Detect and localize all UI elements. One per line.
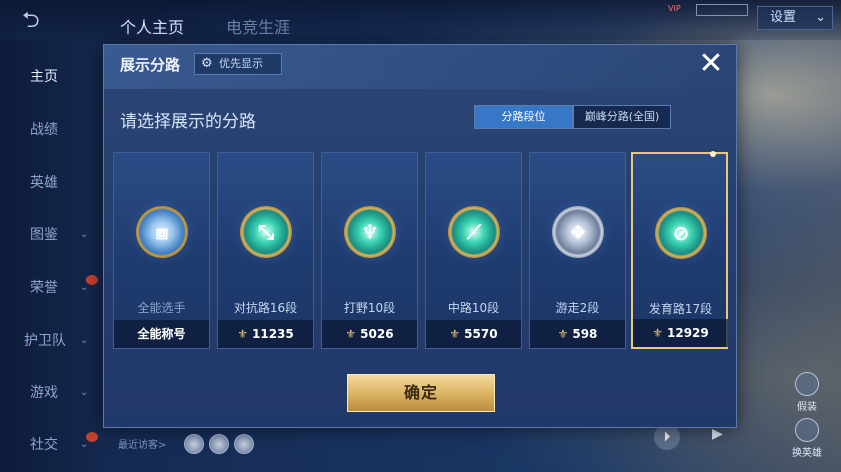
- emblem-glyph: ⧈: [155, 220, 169, 244]
- selection-prompt: 请选择展示的分路: [120, 112, 256, 132]
- back-icon[interactable]: ⮌: [22, 10, 70, 34]
- lane-score-value: 5026: [360, 327, 394, 341]
- lane-card[interactable]: ♆ 打野10段 ⚜ 5026: [321, 152, 418, 349]
- lane-card[interactable]: ⧈ 全能选手全能称号: [113, 152, 210, 349]
- settings-label: 设置: [770, 10, 797, 25]
- emblem-glyph: ♆: [361, 220, 379, 244]
- priority-display-label: 优先显示: [219, 57, 263, 70]
- lane-card[interactable]: ⤡ 对抗路16段 ⚜ 11235: [217, 152, 314, 349]
- sidebar-item-label: 战绩: [30, 122, 58, 138]
- pose-label: 假装: [797, 402, 817, 413]
- sidebar-item-heroes[interactable]: 英雄: [0, 168, 100, 198]
- sidebar-item-label: 英雄: [30, 175, 58, 191]
- tab-peak-lane-national[interactable]: 巅峰分路(全国): [573, 105, 671, 129]
- change-hero-button[interactable]: 换英雄: [787, 418, 827, 459]
- lane-display-dialog: 展示分路 ⚙ 优先显示 ✕ 请选择展示的分路 分路段位 巅峰分路(全国) ⧈ 全能…: [103, 44, 737, 428]
- selected-marker: [710, 151, 716, 157]
- chevron-down-icon: ⌄: [80, 282, 89, 293]
- lane-score-footer: ⚜ 598: [530, 320, 625, 348]
- farm-lane-emblem-icon: ⊘: [655, 207, 707, 259]
- emblem-glyph: ⊘: [672, 221, 690, 245]
- lane-rank-label: 发育路17段: [648, 302, 713, 316]
- emblem-glyph: ⟋: [467, 220, 481, 244]
- sidebar-item-codex[interactable]: 图鉴 ⌄: [0, 220, 100, 250]
- lane-points-icon: ⚜: [237, 327, 248, 341]
- sidebar-item-records[interactable]: 战绩: [0, 115, 100, 145]
- lane-card[interactable]: ❖ 游走2段 ⚜ 598: [529, 152, 626, 349]
- sidebar-item-label: 游戏: [30, 385, 58, 401]
- lane-score-value: 5570: [464, 327, 498, 341]
- top-bar: ⮌ 个人主页 电竞生涯 VIP 设置 ⌄: [0, 0, 841, 40]
- lane-card[interactable]: ⟋ 中路10段 ⚜ 5570: [425, 152, 522, 349]
- sidebar-item-label: 护卫队: [24, 333, 66, 349]
- chevron-down-icon: ⌄: [80, 387, 89, 398]
- dialog-header: 展示分路 ⚙ 优先显示 ✕: [104, 45, 736, 89]
- vip-badge: VIP: [668, 4, 681, 13]
- lane-rank-label: 对抗路16段: [233, 301, 298, 315]
- lane-score-footer: ⚜ 11235: [218, 320, 313, 348]
- lane-score-footer: 全能称号: [114, 320, 209, 348]
- play-arrow-icon[interactable]: ▶: [712, 426, 723, 442]
- sidebar-item-label: 社交: [30, 437, 58, 453]
- recent-visitors-link[interactable]: 最近访客>: [118, 436, 166, 451]
- chevron-down-icon: ⌄: [815, 10, 826, 25]
- tab-profile[interactable]: 个人主页: [120, 14, 184, 38]
- lane-points-icon: ⚜: [557, 327, 569, 341]
- clash-lane-emblem-icon: ⤡: [240, 206, 292, 258]
- avatar[interactable]: [184, 434, 204, 454]
- sidebar-item-guard-team[interactable]: 护卫队 ⌄: [0, 326, 100, 356]
- settings-button[interactable]: 设置 ⌄: [757, 6, 833, 30]
- lane-score-value: 598: [572, 327, 598, 341]
- pose-button[interactable]: 假装: [787, 372, 827, 413]
- swap-hero-icon: [795, 418, 819, 442]
- sidebar-item-label: 主页: [30, 69, 58, 85]
- sidebar-item-honors[interactable]: 荣誉 ⌄: [0, 273, 100, 303]
- roam-emblem-icon: ❖: [552, 206, 604, 258]
- lane-card[interactable]: ⊘ 发育路17段 ⚜ 12929: [631, 151, 728, 349]
- emblem-glyph: ❖: [569, 220, 587, 244]
- chevron-down-icon: ⌄: [80, 229, 89, 240]
- pose-icon: [795, 372, 819, 396]
- lane-rank-label: 中路10段: [447, 301, 500, 315]
- lane-score-value: 11235: [252, 327, 294, 341]
- confirm-button[interactable]: 确定: [347, 374, 495, 412]
- lane-points-icon: ⚜: [449, 327, 461, 341]
- sidebar-item-game[interactable]: 游戏 ⌄: [0, 378, 100, 408]
- sidebar-item-social[interactable]: 社交 ⌄: [0, 430, 100, 460]
- lane-rank-label: 全能选手: [137, 301, 186, 315]
- lane-score-value: 12929: [667, 326, 709, 340]
- lane-score-footer: ⚜ 12929: [633, 319, 728, 347]
- lane-rank-label: 打野10段: [343, 301, 396, 315]
- tab-esports-career[interactable]: 电竞生涯: [226, 14, 290, 38]
- lane-points-icon: ⚜: [345, 327, 357, 341]
- status-badge: [696, 4, 748, 16]
- sidebar-item-label: 荣誉: [30, 280, 58, 296]
- dialog-title: 展示分路: [120, 56, 181, 74]
- close-icon[interactable]: ✕: [694, 47, 728, 81]
- tab-lane-rank[interactable]: 分路段位: [474, 105, 573, 129]
- sidebar-item-label: 图鉴: [30, 227, 58, 243]
- lane-score-value: 全能称号: [137, 327, 186, 341]
- emblem-glyph: ⤡: [258, 220, 274, 244]
- all-round-emblem-icon: ⧈: [136, 206, 188, 258]
- chevron-down-icon: ⌄: [80, 439, 89, 450]
- lane-rank-label: 游走2段: [555, 301, 600, 315]
- sidebar: 主页 战绩 英雄 图鉴 ⌄ 荣誉 ⌄ 护卫队 ⌄ 游戏 ⌄ 社交 ⌄: [0, 40, 100, 472]
- jungle-emblem-icon: ♆: [344, 206, 396, 258]
- chevron-down-icon: ⌄: [80, 335, 89, 346]
- lane-score-footer: ⚜ 5570: [426, 320, 521, 348]
- mid-lane-emblem-icon: ⟋: [448, 206, 500, 258]
- lane-score-footer: ⚜ 5026: [322, 320, 417, 348]
- gear-icon: ⚙: [201, 56, 213, 71]
- change-hero-label: 换英雄: [792, 448, 822, 459]
- avatar[interactable]: [209, 434, 229, 454]
- priority-display-button[interactable]: ⚙ 优先显示: [194, 53, 282, 75]
- lane-points-icon: ⚜: [652, 326, 663, 340]
- sidebar-item-home[interactable]: 主页: [0, 62, 100, 92]
- avatar[interactable]: [234, 434, 254, 454]
